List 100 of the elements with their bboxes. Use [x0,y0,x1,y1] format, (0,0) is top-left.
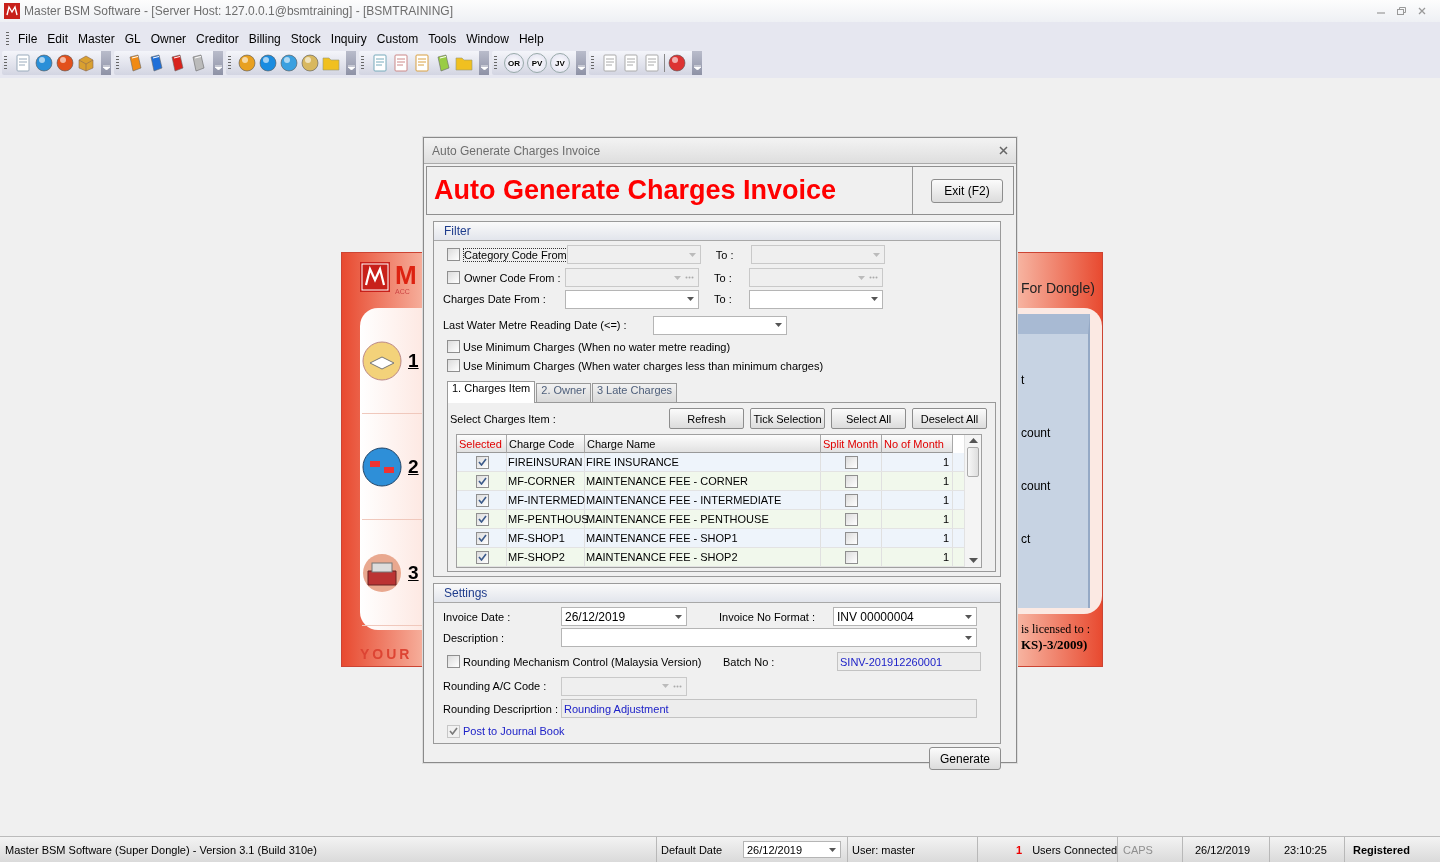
checkbox[interactable] [845,493,858,507]
column-header[interactable]: Charge Name [585,435,821,453]
dropdown-field[interactable] [561,676,687,696]
caret-icon[interactable] [214,65,222,70]
close-icon[interactable] [1418,7,1426,15]
caret-icon[interactable] [347,65,355,70]
toolbar-overflow-button[interactable] [692,51,702,75]
menu-item[interactable]: Stock [285,32,326,46]
checkbox[interactable] [845,550,858,564]
document-icon[interactable] [643,54,661,72]
dropdown-field[interactable] [565,289,699,309]
menu-number[interactable]: 2 [408,455,419,478]
checkbox[interactable] [845,455,858,469]
grip-handle[interactable] [228,56,231,70]
toolbar-button[interactable]: JV [550,53,570,73]
grip-handle[interactable] [4,56,7,70]
menu-number[interactable]: 1 [408,349,419,372]
document-icon[interactable] [601,54,619,72]
grip-handle[interactable] [591,56,594,70]
tab[interactable]: 2. Owner [536,383,591,402]
column-header[interactable]: Charge Code [507,435,585,453]
caret-icon[interactable] [693,65,701,70]
menu-item[interactable]: GL [119,32,146,46]
menu-item[interactable]: Custom [371,32,424,46]
document-icon[interactable] [413,54,431,72]
toolbar-overflow-button[interactable] [346,51,356,75]
action-button[interactable]: Refresh [669,408,744,429]
table-row[interactable]: MF-SHOP1 MAINTENANCE FEE - SHOP1 1 [457,529,965,548]
tag-icon[interactable] [362,446,402,487]
grip-handle[interactable] [361,56,364,70]
checkbox[interactable] [475,512,489,526]
toolbar-overflow-button[interactable] [213,51,223,75]
menu-item[interactable]: Billing [243,32,286,46]
checkbox[interactable] [845,474,858,488]
grip-handle[interactable] [494,56,497,70]
disc-icon[interactable] [301,54,319,72]
folder-icon[interactable] [322,54,340,72]
grip-handle[interactable] [116,56,119,70]
action-button[interactable]: Tick Selection [750,408,825,429]
disc-icon[interactable] [56,54,74,72]
document-icon[interactable] [622,54,640,72]
table-row[interactable]: MF-PENTHOUSMAINTENANCE FEE - PENTHOUSE 1 [457,510,965,529]
grip-handle[interactable] [6,32,9,46]
wallet-icon[interactable] [362,552,402,593]
document-icon[interactable] [371,54,389,72]
dropdown-field[interactable] [561,628,977,647]
toolbar-overflow-button[interactable] [576,51,586,75]
disc-icon[interactable] [668,54,686,72]
caret-icon[interactable] [577,65,585,70]
checkbox[interactable] [475,474,489,488]
checkbox[interactable] [447,340,460,353]
menu-item[interactable]: Help [513,32,549,46]
menu-number[interactable]: 3 [408,561,419,584]
scrollbar[interactable] [964,435,981,567]
caret-icon[interactable] [480,65,488,70]
close-icon[interactable] [999,146,1008,155]
table-row[interactable]: FIREINSURAN FIRE INSURANCE 1 [457,453,965,472]
table-row[interactable]: MF-INTERMEDMAINTENANCE FEE - INTERMEDIATE 1 [457,491,965,510]
disc-icon[interactable] [280,54,298,72]
checkbox[interactable] [845,512,858,526]
column-header[interactable]: No of Month [882,435,953,453]
checkbox[interactable] [845,531,858,545]
menu-item[interactable]: Inquiry [325,32,372,46]
restore-icon[interactable] [1397,7,1406,15]
dropdown-field[interactable] [653,315,787,335]
menu-item[interactable]: Owner [145,32,192,46]
box-icon[interactable] [77,54,95,72]
toolbar-overflow-button[interactable] [101,51,111,75]
checkbox[interactable] [447,359,460,372]
menu-item[interactable]: Edit [42,32,74,46]
table-row[interactable]: MF-CORNER MAINTENANCE FEE - CORNER 1 [457,472,965,491]
column-header[interactable]: Selected [457,435,507,453]
toolbar-overflow-button[interactable] [479,51,489,75]
dropdown-field[interactable]: 26/12/2019 [561,607,687,626]
toolbar-button[interactable]: OR [504,53,524,73]
checkbox[interactable] [447,655,460,668]
menu-item[interactable]: Creditor [191,32,244,46]
column-header[interactable]: Split Month [821,435,882,453]
dropdown-field[interactable]: INV 00000004 [833,607,977,626]
exit-button[interactable]: Exit (F2) [931,178,1003,203]
document-icon[interactable] [14,54,32,72]
menu-item[interactable]: Tools [423,32,462,46]
scroll-up-icon[interactable] [968,438,978,443]
dropdown-field[interactable] [749,289,883,309]
scrollbar-thumb[interactable] [967,447,979,477]
checkbox[interactable] [475,493,489,507]
dropdown-field[interactable]: 26/12/2019 [743,841,841,858]
tab[interactable]: 1. Charges Item [447,381,536,403]
menu-item[interactable]: Window [461,32,514,46]
checkbox[interactable] [475,550,489,564]
checkbox[interactable] [475,531,489,545]
action-button[interactable]: Select All [831,408,906,429]
action-button[interactable]: Deselect All [912,408,987,429]
folder-icon[interactable] [455,54,473,72]
disc-icon[interactable] [35,54,53,72]
disc-icon[interactable] [259,54,277,72]
generate-button[interactable]: Generate [929,747,1001,770]
caret-icon[interactable] [102,65,110,70]
menu-item[interactable]: Master [73,32,120,46]
checkbox[interactable] [475,455,489,469]
